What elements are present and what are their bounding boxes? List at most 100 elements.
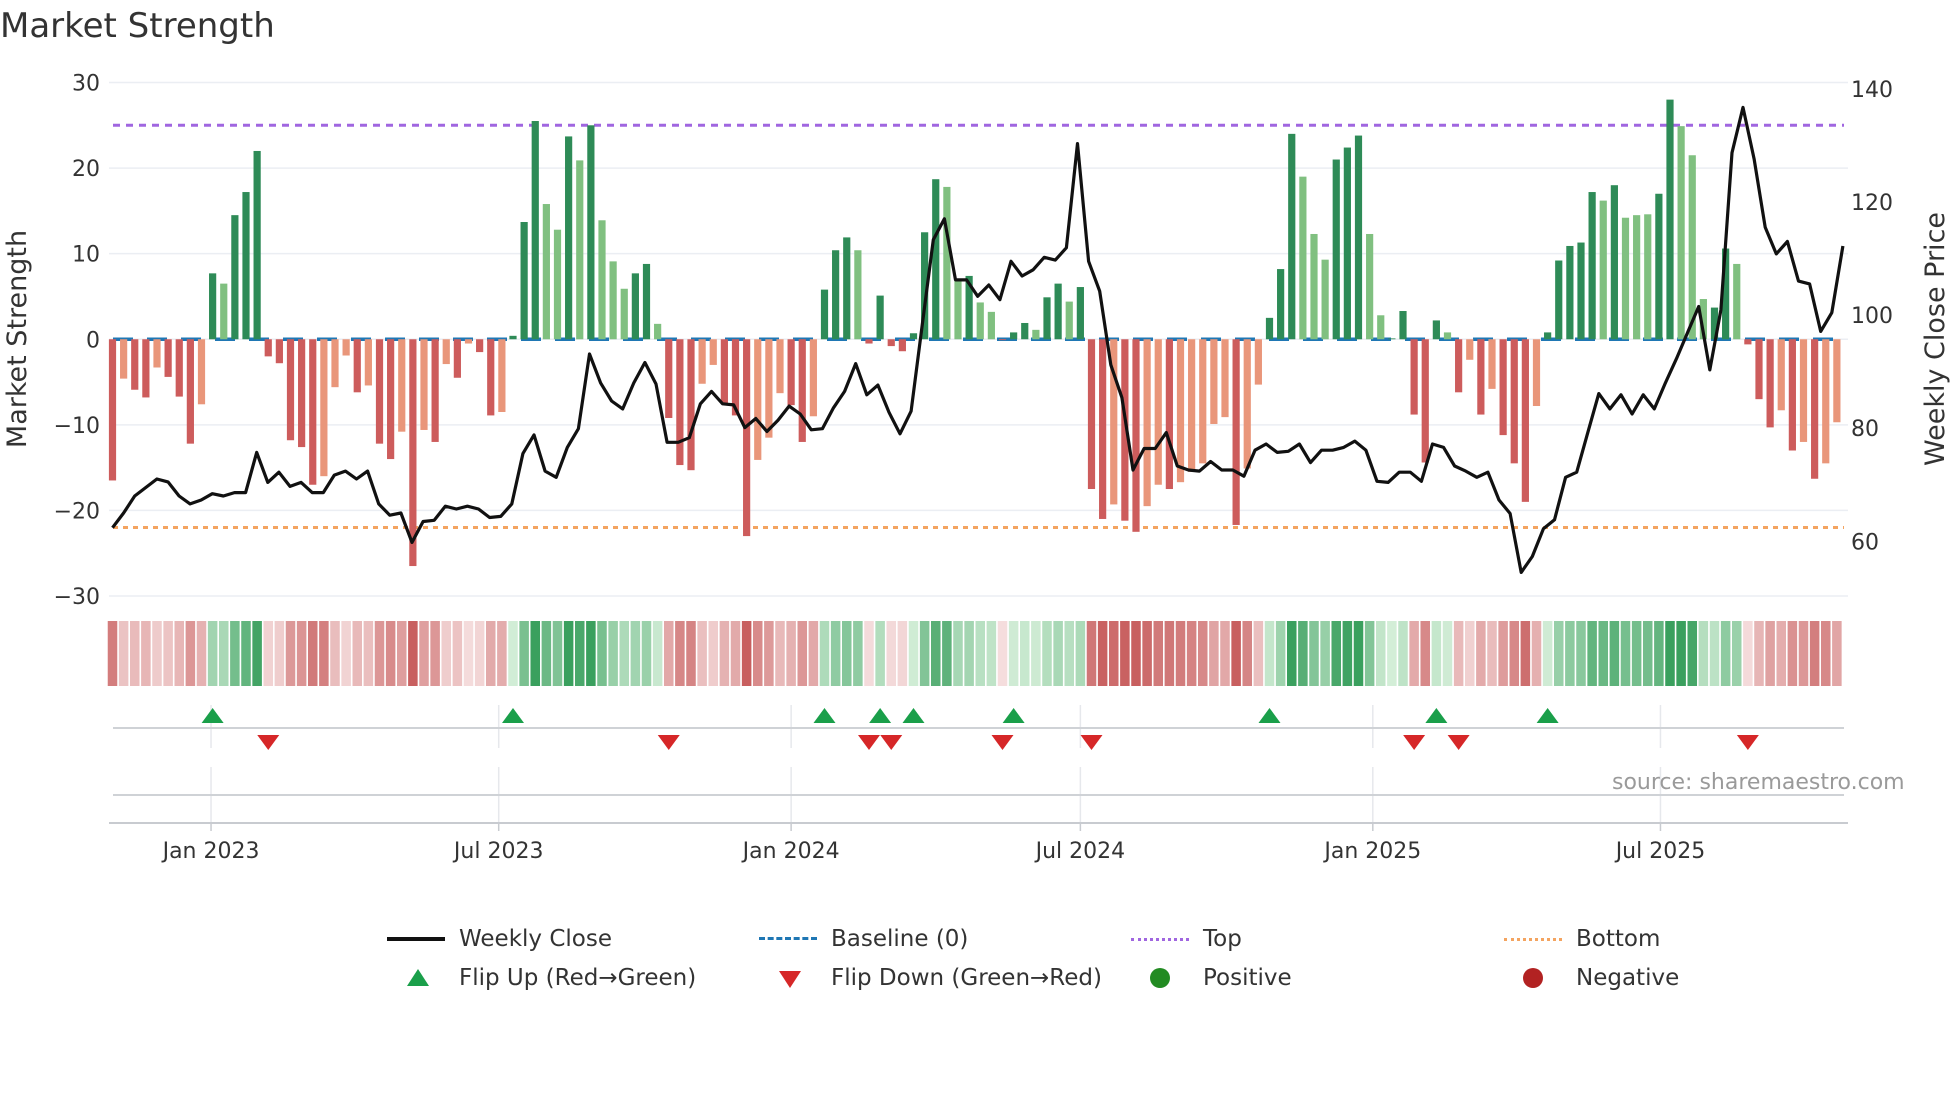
strength-band-cell xyxy=(864,621,874,686)
strength-band-cell xyxy=(663,621,674,686)
strength-bar xyxy=(720,339,728,404)
strength-band-cell xyxy=(552,621,563,686)
strength-band-cell xyxy=(1097,621,1108,686)
strength-band-cell xyxy=(474,621,485,686)
strength-band-cell xyxy=(1587,621,1597,686)
strength-band-cell xyxy=(697,621,707,686)
strength-band-cell xyxy=(1442,621,1453,686)
x-tick-label: Jan 2025 xyxy=(1322,839,1421,864)
flip-down-marker xyxy=(991,735,1014,750)
strength-band-cell xyxy=(1809,621,1820,686)
strength-bar xyxy=(1666,99,1674,340)
strength-band-cell xyxy=(1820,621,1831,686)
strength-band-cell xyxy=(1320,621,1330,686)
strength-bar xyxy=(420,339,428,430)
x-tick-label: Jan 2024 xyxy=(741,839,840,864)
strength-band-cell xyxy=(1720,621,1731,686)
strength-bar xyxy=(275,339,283,364)
strength-bar xyxy=(1577,242,1585,340)
strength-bar xyxy=(442,339,450,365)
strength-band-cell xyxy=(1765,621,1775,686)
strength-band-cell xyxy=(1108,621,1119,686)
strength-bar xyxy=(709,339,717,365)
strength-bar xyxy=(264,339,272,357)
strength-bar xyxy=(1243,339,1251,469)
strength-band-cell xyxy=(953,621,963,686)
strength-bar xyxy=(1332,159,1340,340)
strength-bar xyxy=(820,289,829,340)
strength-bar xyxy=(520,222,528,340)
strength-bar xyxy=(1010,332,1018,340)
strength-band-cell xyxy=(1631,621,1642,686)
strength-bar xyxy=(353,339,361,393)
strength-bar xyxy=(1132,339,1140,532)
strength-bar xyxy=(542,204,550,340)
y2-tick-label: 80 xyxy=(1851,417,1879,442)
strength-band-cell xyxy=(1531,621,1542,686)
strength-bar xyxy=(1555,260,1563,340)
strength-bar xyxy=(1043,297,1051,340)
strength-bar xyxy=(954,280,962,340)
flip-up-marker xyxy=(1002,708,1025,723)
y2-axis-title: Weekly Close Price xyxy=(1920,212,1951,466)
flip-up-marker xyxy=(201,708,224,723)
y-axis-title: Market Strength xyxy=(2,230,33,448)
strength-bar xyxy=(565,136,573,340)
market-strength-chart: 3020100−10−20−301401201008060Market Stre… xyxy=(2,72,1951,865)
strength-band-cell xyxy=(274,621,285,686)
strength-band-cell xyxy=(975,621,986,686)
strength-bar xyxy=(854,250,862,340)
strength-band-cell xyxy=(1553,621,1564,686)
strength-band-cell xyxy=(1476,621,1486,686)
strength-bar xyxy=(1466,339,1474,360)
strength-band-cell xyxy=(1008,621,1019,686)
strength-band-cell xyxy=(1676,621,1686,686)
strength-band-cell xyxy=(797,621,808,686)
strength-bar xyxy=(809,339,817,417)
strength-band-cell xyxy=(574,621,585,686)
strength-band-cell xyxy=(986,621,997,686)
strength-bar xyxy=(1443,332,1452,340)
strength-bar xyxy=(1755,339,1763,400)
y-tick-label: 20 xyxy=(72,157,100,182)
strength-band-cell xyxy=(841,621,852,686)
strength-band-cell xyxy=(241,621,251,686)
strength-band-cell xyxy=(752,621,763,686)
strength-bar xyxy=(1588,192,1596,340)
strength-bar xyxy=(676,339,684,466)
strength-bar xyxy=(1421,339,1429,463)
strength-bar xyxy=(865,339,873,344)
strength-bar xyxy=(943,186,951,340)
strength-bar xyxy=(531,121,539,340)
strength-band-cell xyxy=(1286,621,1297,686)
strength-bar xyxy=(175,339,183,397)
strength-band-cell xyxy=(207,621,218,686)
strength-bar xyxy=(1799,339,1808,442)
strength-band-cell xyxy=(1743,621,1753,686)
strength-band-cell xyxy=(853,621,863,686)
strength-band-cell xyxy=(764,621,774,686)
strength-bar xyxy=(798,339,806,442)
strength-bar xyxy=(509,335,517,340)
strength-bar xyxy=(364,339,372,386)
strength-band-cell xyxy=(419,621,429,686)
strength-band-cell xyxy=(341,621,351,686)
strength-bar xyxy=(197,339,206,405)
strength-bar xyxy=(1766,339,1774,428)
x-tick-label: Jul 2024 xyxy=(1034,839,1126,864)
strength-bar xyxy=(487,339,495,416)
y-tick-label: 30 xyxy=(72,72,100,97)
strength-bar xyxy=(1822,339,1830,464)
strength-bar xyxy=(164,339,172,377)
strength-bar xyxy=(609,261,617,340)
strength-bar xyxy=(1644,214,1652,340)
strength-bar xyxy=(253,150,261,340)
strength-bar xyxy=(642,263,651,340)
strength-band-cell xyxy=(330,621,340,686)
strength-band-cell xyxy=(875,621,885,686)
flip-down-marker xyxy=(1736,735,1759,750)
strength-bar xyxy=(553,229,562,340)
strength-bar xyxy=(787,339,795,406)
strength-band-cell xyxy=(1197,621,1208,686)
strength-bar xyxy=(1076,287,1084,340)
